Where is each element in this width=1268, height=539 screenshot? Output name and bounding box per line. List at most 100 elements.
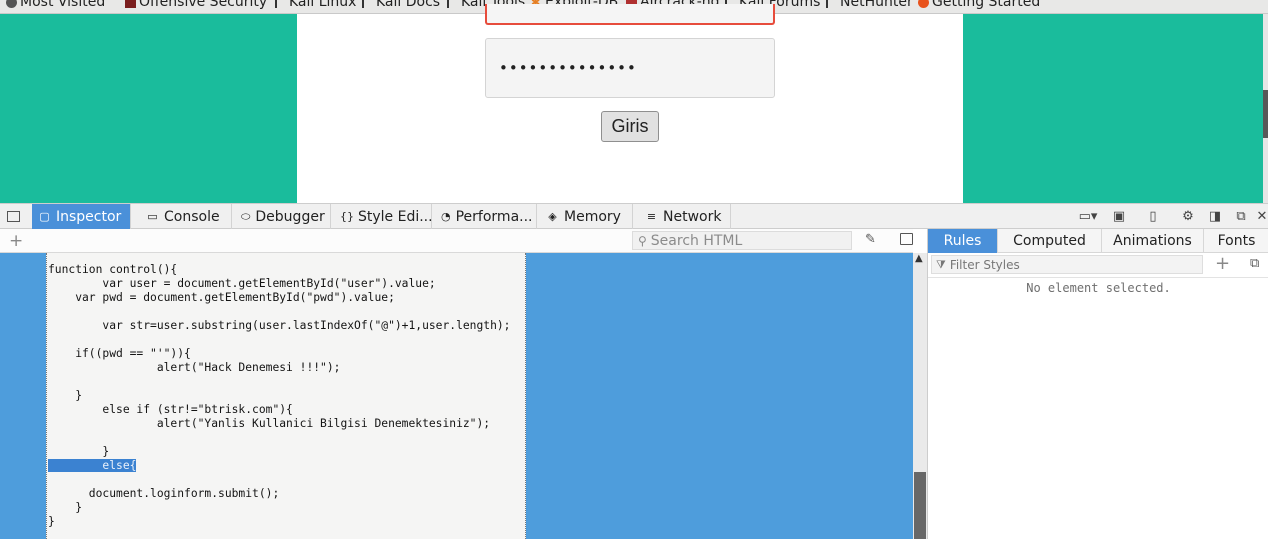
tab-computed[interactable]: Computed [998, 229, 1102, 253]
password-input[interactable]: •••••••••••••• [485, 38, 775, 98]
memory-icon: ◈ [548, 210, 557, 223]
responsive-design-icon[interactable]: ▯ [1146, 209, 1160, 224]
markup-scrollbar[interactable]: ▲ [913, 253, 927, 539]
kali-icon [275, 0, 286, 8]
pseudo-class-toggle-icon[interactable]: ⧉ [1250, 256, 1259, 271]
responsive-layout-icon[interactable]: ▭▾ [1078, 209, 1098, 224]
tab-network[interactable]: ≡ Network [639, 204, 731, 229]
bookmark-getting-started[interactable]: Getting Started [918, 0, 1040, 10]
tab-label: Inspector [56, 208, 122, 225]
tab-label: Memory [564, 208, 621, 225]
bookmark-label: Offensive Security [139, 0, 268, 10]
tab-label: Performa... [455, 208, 533, 225]
tab-memory[interactable]: ◈ Memory [540, 204, 633, 229]
code-line: if((pwd == "'")){ [48, 347, 191, 360]
add-rule-icon[interactable]: + [1215, 253, 1230, 274]
code-line: var pwd = document.getElementById("pwd")… [48, 291, 395, 304]
style-editor-icon: {} [340, 210, 354, 223]
page-viewport: •••••••••••••• Giris [0, 4, 1268, 203]
page-scrollbar[interactable] [1263, 14, 1268, 203]
tab-animations[interactable]: Animations [1102, 229, 1204, 253]
no-element-message: No element selected. [1026, 281, 1171, 295]
filter-styles-placeholder: Filter Styles [949, 257, 1020, 272]
username-input[interactable] [485, 4, 775, 25]
script-node-content[interactable]: function control(){ var user = document.… [46, 253, 526, 539]
gear-icon [6, 0, 17, 8]
bookmark-most-visited[interactable]: Most Visited [6, 0, 105, 10]
bookmark-label: NetHunter [840, 0, 913, 10]
frame-select-icon[interactable]: ▣ [1112, 209, 1126, 224]
code-line: alert("Hack Denemesi !!!"); [48, 361, 341, 374]
add-node-icon[interactable]: + [9, 231, 23, 251]
code-line: } [48, 389, 83, 402]
tab-style-editor[interactable]: {} Style Edi... [334, 204, 433, 229]
tab-debugger[interactable]: ⬭ Debugger [235, 204, 331, 229]
close-icon[interactable]: ✕ [1256, 209, 1268, 224]
code-line: else{ [48, 459, 525, 473]
search-html-input[interactable]: ⚲ Search HTML [632, 231, 852, 250]
separate-window-icon[interactable]: ⧉ [1234, 209, 1248, 224]
tab-label: Network [663, 208, 722, 225]
search-html-placeholder: Search HTML [650, 232, 743, 249]
offsec-icon [125, 0, 136, 8]
bookmark-nethunter[interactable]: NetHunter [826, 0, 913, 10]
script-code: function control(){ var user = document.… [47, 253, 525, 529]
tab-inspector[interactable]: ▢ Inspector [32, 204, 131, 229]
tab-console[interactable]: ▭ Console [140, 204, 232, 229]
inspector-toolbar: + ⚲ Search HTML ✎ [0, 229, 913, 253]
code-line: document.loginform.submit(); [48, 487, 280, 500]
performance-icon: ◔ [441, 210, 451, 223]
eyedropper-icon[interactable]: ✎ [865, 232, 876, 247]
firefox-icon [918, 0, 929, 8]
search-icon: ⚲ [638, 233, 647, 248]
filter-styles-input[interactable]: ⧩ Filter Styles [931, 255, 1203, 274]
bookmark-label: Getting Started [932, 0, 1041, 10]
bookmark-kali-linux[interactable]: Kali Linux [275, 0, 356, 10]
dock-side-icon[interactable]: ◨ [1208, 209, 1222, 224]
rules-toolbar: ⧩ Filter Styles + ⧉ [928, 253, 1268, 278]
tab-performance[interactable]: ◔ Performa... [435, 204, 537, 229]
kali-icon [362, 0, 373, 8]
tab-label: Debugger [255, 208, 325, 225]
bookmark-label: Most Visited [20, 0, 106, 10]
selected-code-line: else{ [48, 459, 137, 472]
tab-fonts[interactable]: Fonts [1204, 229, 1268, 253]
tab-label: Console [164, 208, 220, 225]
network-icon: ≡ [646, 210, 657, 223]
toggle-sidebar-icon[interactable] [900, 233, 913, 245]
console-icon: ▭ [147, 210, 158, 223]
tab-rules[interactable]: Rules [928, 229, 998, 253]
page-scrollbar-thumb[interactable] [1263, 90, 1268, 138]
markup-scrollbar-thumb[interactable] [914, 472, 926, 539]
login-card: •••••••••••••• Giris [297, 4, 963, 203]
code-line: else if (str!="btrisk.com"){ [48, 403, 293, 416]
bookmark-label: Kali Linux [289, 0, 357, 10]
code-line: } [48, 515, 55, 528]
inspector-icon: ▢ [39, 210, 50, 223]
scroll-up-arrow-icon[interactable]: ▲ [915, 253, 923, 264]
code-line: function control(){ [48, 263, 178, 276]
inspector-sidebar: Rules Computed Animations Fonts ⧩ Filter… [927, 229, 1268, 539]
bookmark-label: Kali Docs [376, 0, 441, 10]
kali-icon [826, 0, 837, 8]
debugger-icon: ⬭ [241, 209, 251, 223]
filter-icon: ⧩ [936, 257, 946, 271]
login-button[interactable]: Giris [601, 111, 659, 142]
code-line: var user = document.getElementById("user… [48, 277, 436, 290]
bookmark-kali-docs[interactable]: Kali Docs [362, 0, 440, 10]
markup-view: function control(){ var user = document.… [0, 253, 913, 539]
kali-icon [447, 0, 458, 8]
tab-label: Style Edi... [358, 208, 433, 225]
devtools-toolbar: ▢ Inspector ▭ Console ⬭ Debugger {} Styl… [0, 203, 1268, 229]
code-line: } [48, 501, 83, 514]
element-picker-icon[interactable] [7, 211, 20, 222]
code-line: alert("Yanlis Kullanici Bilgisi Denemekt… [48, 417, 491, 430]
bookmark-offensive-security[interactable]: Offensive Security [125, 0, 267, 10]
settings-gear-icon[interactable]: ⚙ [1181, 209, 1195, 224]
sidebar-tabs: Rules Computed Animations Fonts [928, 229, 1268, 253]
code-line: var str=user.substring(user.lastIndexOf(… [48, 319, 511, 332]
